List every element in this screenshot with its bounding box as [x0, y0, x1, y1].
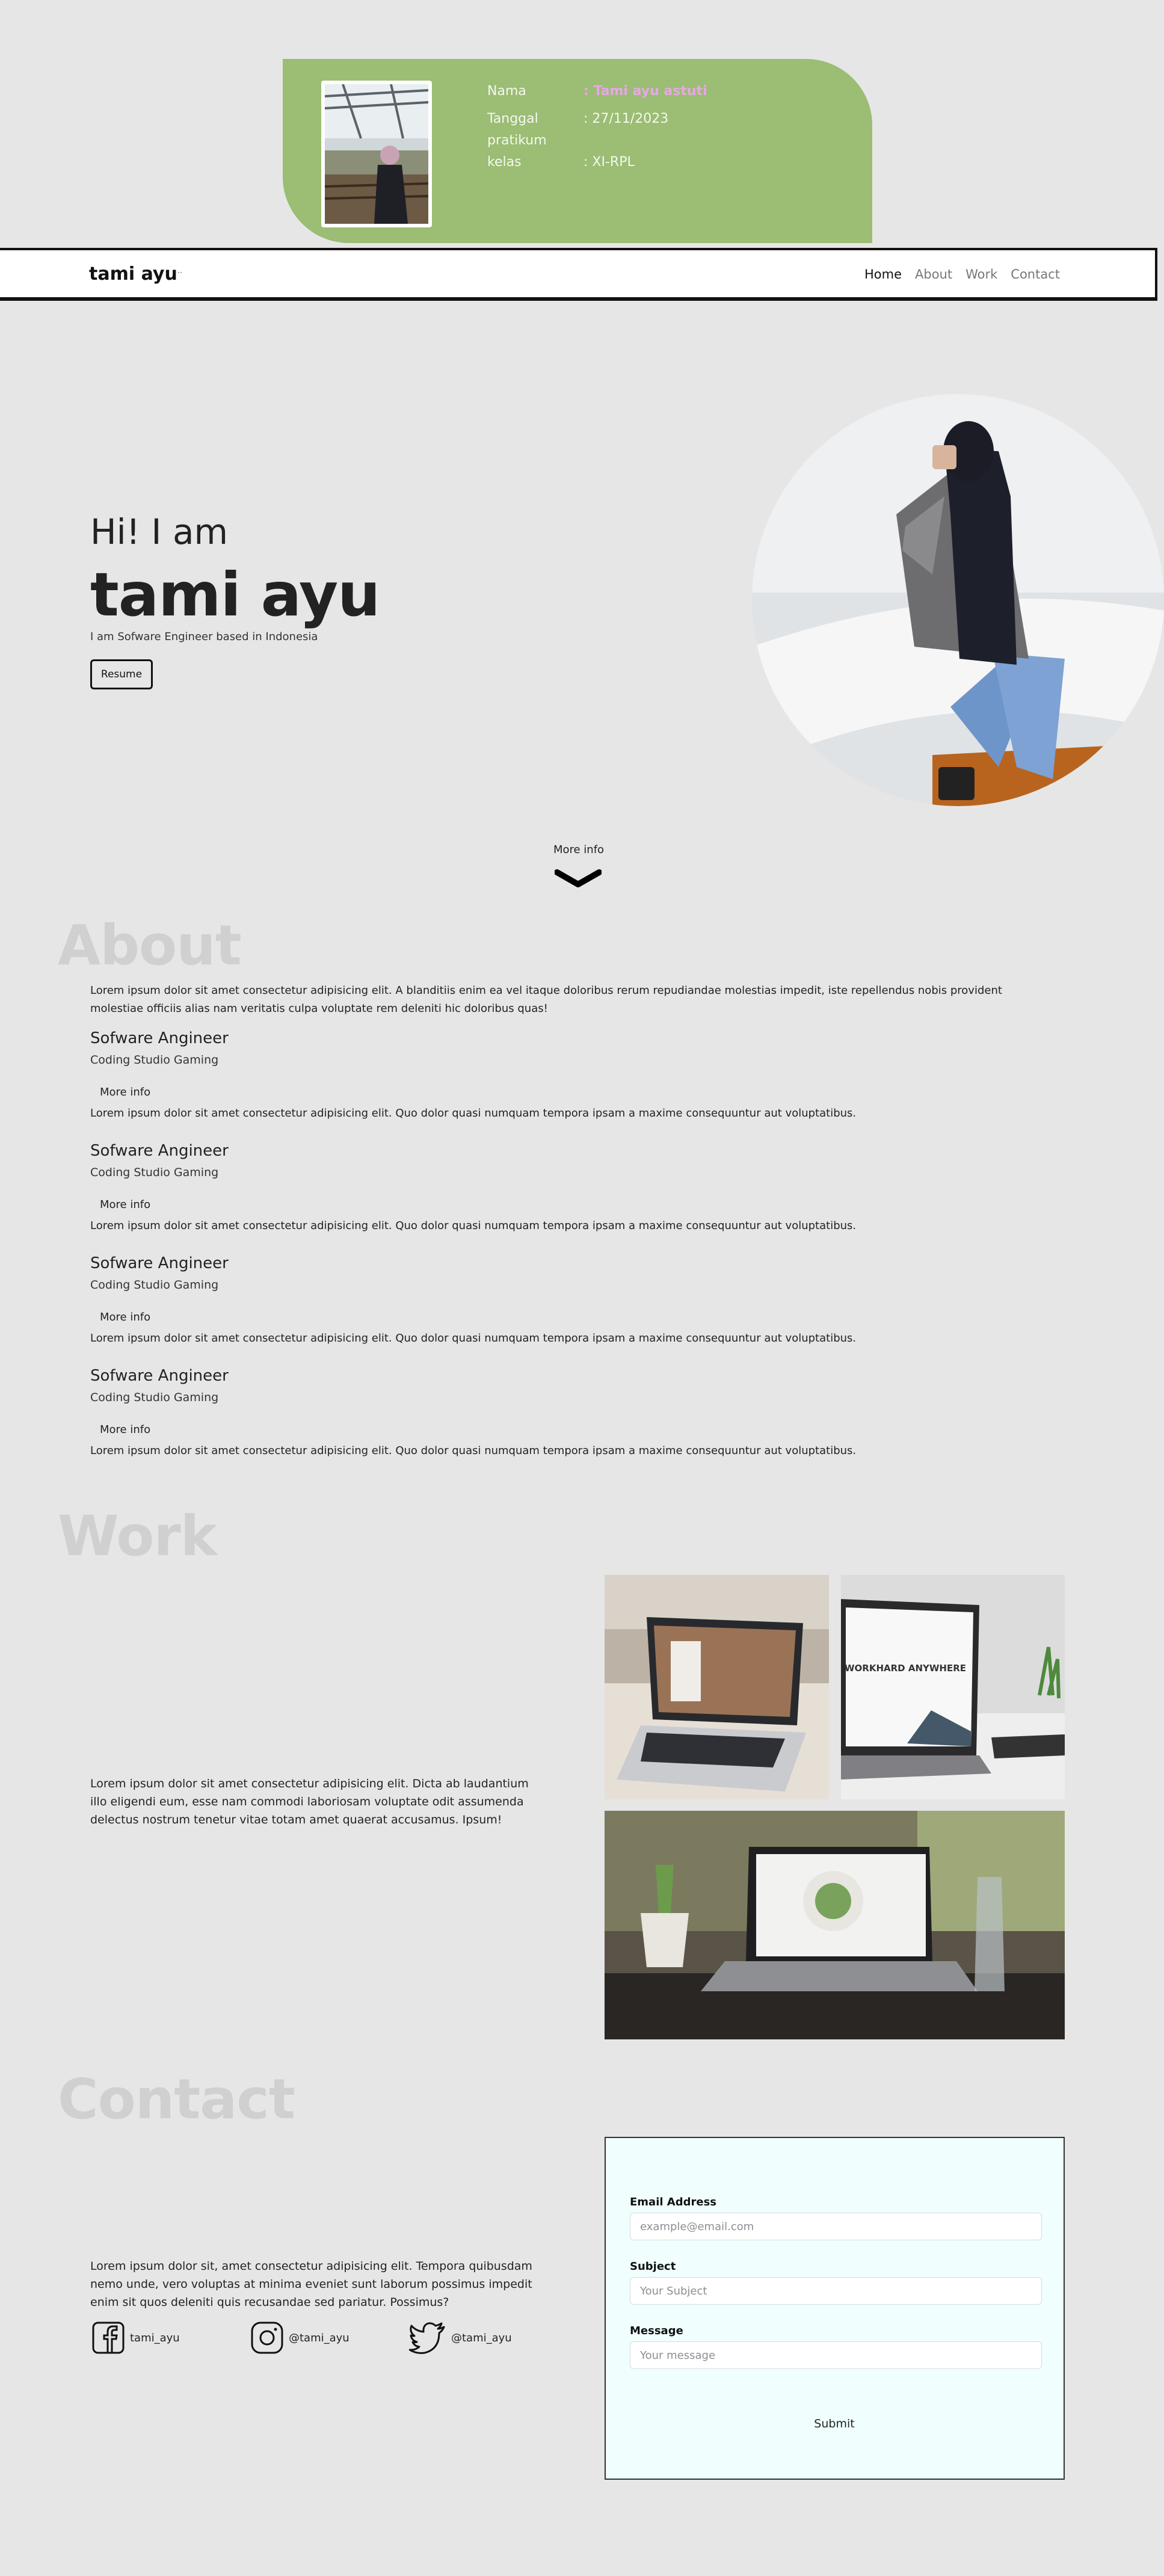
- section-title-contact: Contact: [58, 2067, 295, 2131]
- contact-description: Lorem ipsum dolor sit, amet consectetur …: [90, 2260, 532, 2309]
- twitter-icon[interactable]: [409, 2321, 446, 2355]
- laptop-screen-text: WORKHARD ANYWHERE: [845, 1663, 966, 1674]
- social-handle-facebook[interactable]: tami_ayu: [130, 2332, 180, 2344]
- info-label: Tanggal pratikum: [487, 111, 547, 148]
- navbar-toggle[interactable]: ···: [174, 268, 182, 278]
- info-value-class: : XI-RPL: [584, 155, 635, 170]
- nav-link-contact[interactable]: Contact: [1011, 267, 1060, 282]
- nav-links: Home About Work Contact: [864, 267, 1060, 282]
- social-instagram[interactable]: @tami_ayu: [250, 2321, 350, 2355]
- nav-link-about[interactable]: About: [915, 267, 952, 282]
- job-entry: Sofware Angineer Coding Studio Gaming Mo…: [90, 1140, 1083, 1234]
- work-image-laptop-kitchen[interactable]: [605, 1575, 829, 1799]
- profile-photo: [321, 81, 432, 227]
- job-entry: Sofware Angineer Coding Studio Gaming Mo…: [90, 1365, 1083, 1459]
- profile-card: Nama : Tami ayu astuti Tanggal pratikum …: [283, 59, 872, 243]
- subject-label: Subject: [630, 2260, 676, 2273]
- chevron-down-icon[interactable]: [555, 869, 602, 890]
- job-more-info-button[interactable]: More info: [100, 1310, 1083, 1325]
- info-label: kelas: [487, 155, 522, 170]
- info-value-name: : Tami ayu astuti: [584, 84, 707, 99]
- submit-button[interactable]: Submit: [795, 2412, 873, 2436]
- about-intro: Lorem ipsum dolor sit amet consectetur a…: [90, 984, 1002, 1015]
- job-entry: Sofware Angineer Coding Studio Gaming Mo…: [90, 1028, 1083, 1121]
- contact-form: Email Address Subject Message Submit: [605, 2137, 1065, 2480]
- job-title: Sofware Angineer: [90, 1142, 229, 1160]
- more-info-link[interactable]: More info: [0, 843, 1157, 856]
- nav-link-home[interactable]: Home: [864, 267, 902, 282]
- hero-photo: [752, 394, 1164, 806]
- work-image-laptop-desk[interactable]: [605, 1811, 1065, 2039]
- social-twitter[interactable]: @tami_ayu: [409, 2321, 512, 2355]
- info-value-date: : 27/11/2023: [584, 111, 669, 126]
- job-title: Sofware Angineer: [90, 1254, 229, 1272]
- job-title: Sofware Angineer: [90, 1029, 229, 1047]
- hero-subtitle: I am Sofware Engineer based in Indonesia: [90, 630, 318, 643]
- work-description: Lorem ipsum dolor sit amet consectetur a…: [90, 1777, 529, 1826]
- job-description: Lorem ipsum dolor sit amet consectetur a…: [90, 1332, 857, 1345]
- message-input[interactable]: [630, 2341, 1042, 2369]
- social-handle-instagram[interactable]: @tami_ayu: [289, 2332, 350, 2344]
- hero-name: tami ayu: [90, 559, 380, 630]
- resume-button[interactable]: Resume: [90, 659, 153, 689]
- job-company: Coding Studio Gaming: [90, 1278, 219, 1292]
- job-entry: Sofware Angineer Coding Studio Gaming Mo…: [90, 1253, 1083, 1346]
- message-label: Message: [630, 2325, 683, 2337]
- job-company: Coding Studio Gaming: [90, 1391, 219, 1404]
- job-title: Sofware Angineer: [90, 1367, 229, 1385]
- instagram-icon[interactable]: [250, 2321, 284, 2355]
- email-input[interactable]: [630, 2213, 1042, 2240]
- section-title-work: Work: [58, 1504, 217, 1568]
- job-company: Coding Studio Gaming: [90, 1166, 219, 1179]
- job-more-info-button[interactable]: More info: [100, 1085, 1083, 1100]
- section-title-about: About: [58, 913, 242, 978]
- job-more-info-button[interactable]: More info: [100, 1423, 1083, 1437]
- job-company: Coding Studio Gaming: [90, 1053, 219, 1067]
- email-label: Email Address: [630, 2196, 717, 2208]
- hero-greeting: Hi! I am: [90, 511, 228, 552]
- job-description: Lorem ipsum dolor sit amet consectetur a…: [90, 1107, 857, 1120]
- social-handle-twitter[interactable]: @tami_ayu: [451, 2332, 512, 2344]
- info-label: Nama: [487, 84, 526, 99]
- nav-link-work[interactable]: Work: [965, 267, 997, 282]
- social-facebook[interactable]: tami_ayu: [91, 2321, 180, 2355]
- brand-logo[interactable]: tami ayu: [89, 263, 177, 285]
- job-description: Lorem ipsum dolor sit amet consectetur a…: [90, 1444, 857, 1457]
- job-description: Lorem ipsum dolor sit amet consectetur a…: [90, 1219, 857, 1232]
- job-more-info-button[interactable]: More info: [100, 1198, 1083, 1212]
- work-image-workhard-anywhere[interactable]: WORKHARD ANYWHERE: [841, 1575, 1065, 1799]
- navbar: tami ayu ··· Home About Work Contact: [0, 248, 1157, 300]
- facebook-icon[interactable]: [91, 2321, 125, 2355]
- subject-input[interactable]: [630, 2277, 1042, 2305]
